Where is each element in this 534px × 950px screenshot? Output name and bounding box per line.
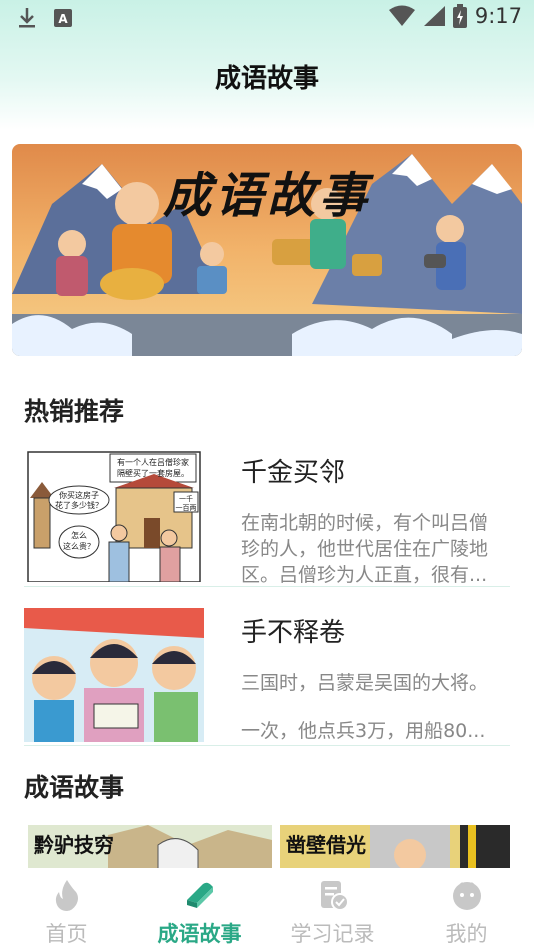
section-title-stories: 成语故事 [24,773,125,802]
comic-text-4: 花了多少钱？ [55,500,103,510]
tab-study-record[interactable]: 学习记录 [266,868,399,950]
signal-icon [423,6,445,26]
story-card-label: 凿壁借光 [286,833,366,857]
thumbnail-illustration [24,608,204,742]
item-desc-line-1: 在南北朝的时候，有个叫吕僧 [241,512,489,534]
item-desc-line-2: 珍的人，他世代居住在广陵地 [241,538,489,560]
status-time: 9:17 [474,4,522,28]
item-desc-line-2: 一次，他点兵3万，用船80... [241,720,486,742]
item-title: 千金买邻 [241,458,346,488]
record-icon [320,881,349,911]
comic-text-6: 这么贵？ [63,541,95,551]
comic-illustration: 有一个人在吕僧珍家 隔壁买了一套房屋。 你买这房子 花了多少钱？ 怎么 这么贵？… [24,448,204,582]
thumbnail-comic: 有一个人在吕僧珍家 隔壁买了一套房屋。 你买这房子 花了多少钱？ 怎么 这么贵？… [24,448,204,582]
story-card-zaobijieguang[interactable]: 凿壁借光 [280,825,510,870]
list-item-shoubushijuan[interactable]: 手不释卷 三国时，吕蒙是吴国的大将。 一次，他点兵3万，用船80... [24,608,510,746]
tab-label: 学习记录 [290,922,375,946]
comic-text-8: 一百两 [176,504,197,512]
tab-home[interactable]: 首页 [0,868,133,950]
item-desc-line-3: 区。吕僧珍为人正直，很有... [241,564,488,586]
divider [24,586,510,587]
comic-text-2: 隔壁买了一套房屋。 [117,468,189,478]
tab-label: 首页 [45,922,88,946]
comic-text-7: 一千 [179,494,193,503]
comic-text-1: 有一个人在吕僧珍家 [117,457,189,467]
book-icon [186,882,213,908]
reading-children-illustration [24,608,204,742]
page-title: 成语故事 [214,64,319,94]
flame-icon [55,880,78,911]
banner-image[interactable]: 成语故事 [12,144,522,356]
download-icon [19,8,35,28]
wifi-icon [388,5,415,26]
list-item-qianjinmailin[interactable]: 有一个人在吕僧珍家 隔壁买了一套房屋。 你买这房子 花了多少钱？ 怎么 这么贵？… [24,448,510,586]
svg-text:A: A [58,12,68,26]
item-desc-line-1: 三国时，吕蒙是吴国的大将。 [241,672,489,694]
story-card-qianlvjiqiong[interactable]: 黔驴技穷 [28,825,272,870]
tab-label: 成语故事 [157,922,242,946]
banner-title: 成语故事 [162,168,371,224]
profile-icon [452,882,481,910]
comic-text-5: 怎么 [71,530,87,540]
story-card-label: 黔驴技穷 [34,833,114,857]
tab-label: 我的 [445,922,488,946]
comic-text-3: 你买这房子 [59,490,99,500]
section-title-hot: 热销推荐 [24,397,125,426]
app-notification-icon: A [54,9,72,27]
status-bar: A 9:17 [0,0,534,36]
bottom-tab-bar: 首页 成语故事 学习记录 我的 [0,868,534,950]
divider [24,745,510,746]
battery-icon [452,4,467,28]
tab-profile[interactable]: 我的 [400,868,533,950]
tab-idiom-stories[interactable]: 成语故事 [133,868,266,950]
item-title: 手不释卷 [241,618,346,648]
